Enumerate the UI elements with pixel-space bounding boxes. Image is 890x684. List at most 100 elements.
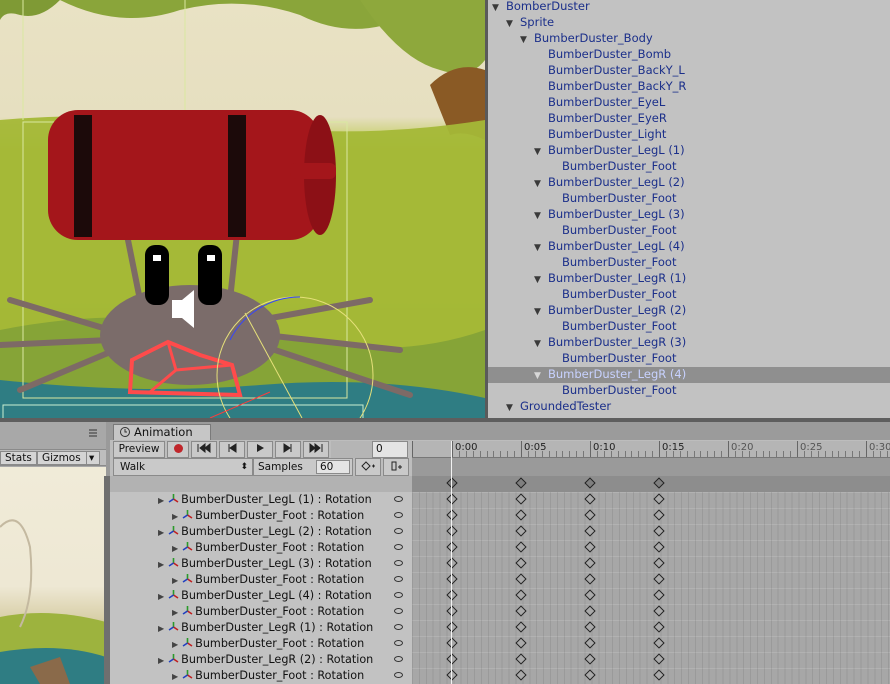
property-row[interactable]: ▶ BumberDuster_LegL (2) : Rotation bbox=[110, 524, 412, 540]
visibility-toggle-icon[interactable] bbox=[394, 496, 403, 502]
summary-keyframe[interactable] bbox=[652, 477, 665, 489]
expand-arrow-icon[interactable]: ▶ bbox=[172, 608, 178, 617]
hierarchy-item[interactable]: ▼ BumberDuster_LegL (3) bbox=[488, 207, 890, 223]
expand-arrow-icon[interactable]: ▼ bbox=[534, 145, 544, 160]
expand-arrow-icon[interactable]: ▶ bbox=[172, 640, 178, 649]
property-list[interactable]: ▶ BumberDuster_LegL (1) : Rotation ▶ Bumber… bbox=[110, 476, 412, 684]
expand-arrow-icon[interactable]: ▶ bbox=[172, 576, 178, 585]
hierarchy-item[interactable]: BumberDuster_BackY_L bbox=[488, 63, 890, 79]
keyframe[interactable] bbox=[652, 589, 665, 601]
property-row[interactable]: ▶ BumberDuster_Foot : Rotation bbox=[110, 572, 412, 588]
preview-button[interactable]: Preview bbox=[113, 441, 165, 458]
expand-arrow-icon[interactable]: ▼ bbox=[534, 209, 544, 224]
summary-keyframe[interactable] bbox=[514, 477, 527, 489]
keyframe[interactable] bbox=[652, 509, 665, 521]
expand-arrow-icon[interactable]: ▶ bbox=[158, 624, 164, 633]
hierarchy-item[interactable]: ▼ BumberDuster_LegL (2) bbox=[488, 175, 890, 191]
hierarchy-item[interactable]: ▼ BumberDuster_LegR (2) bbox=[488, 303, 890, 319]
expand-arrow-icon[interactable]: ▼ bbox=[506, 401, 516, 416]
visibility-toggle-icon[interactable] bbox=[394, 576, 403, 582]
hierarchy-item[interactable]: ▼ BumberDuster_LegL (1) bbox=[488, 143, 890, 159]
property-list-scrollbar[interactable] bbox=[104, 476, 110, 684]
property-row[interactable]: ▶ BumberDuster_Foot : Rotation bbox=[110, 508, 412, 524]
keyframe[interactable] bbox=[514, 653, 527, 665]
visibility-toggle-icon[interactable] bbox=[394, 544, 403, 550]
playhead-cursor[interactable] bbox=[451, 441, 452, 684]
hierarchy-panel[interactable]: ▼ BomberDuster ▼ Sprite ▼ BumberDuster_Body Bu… bbox=[488, 0, 890, 418]
hierarchy-item[interactable]: ▼ BumberDuster_LegR (3) bbox=[488, 335, 890, 351]
expand-arrow-icon[interactable]: ▶ bbox=[158, 528, 164, 537]
property-row[interactable]: ▶ BumberDuster_Foot : Rotation bbox=[110, 636, 412, 652]
keyframe[interactable] bbox=[583, 621, 596, 633]
expand-arrow-icon[interactable]: ▼ bbox=[534, 369, 544, 384]
dopesheet-grid[interactable] bbox=[412, 492, 890, 684]
property-row[interactable]: ▶ BumberDuster_Foot : Rotation bbox=[110, 604, 412, 620]
record-button[interactable] bbox=[167, 441, 189, 458]
keyframe[interactable] bbox=[514, 621, 527, 633]
keyframe[interactable] bbox=[583, 525, 596, 537]
expand-arrow-icon[interactable]: ▶ bbox=[158, 656, 164, 665]
keyframe[interactable] bbox=[514, 669, 527, 681]
visibility-toggle-icon[interactable] bbox=[394, 592, 403, 598]
expand-arrow-icon[interactable]: ▶ bbox=[172, 512, 178, 521]
keyframe[interactable] bbox=[583, 653, 596, 665]
keyframe[interactable] bbox=[652, 557, 665, 569]
add-keyframe-button[interactable] bbox=[355, 458, 381, 476]
last-keyframe-button[interactable] bbox=[303, 441, 329, 458]
property-row[interactable]: ▶ BumberDuster_LegR (2) : Rotation bbox=[110, 652, 412, 668]
first-keyframe-button[interactable] bbox=[191, 441, 217, 458]
keyframe[interactable] bbox=[583, 589, 596, 601]
keyframe[interactable] bbox=[652, 573, 665, 585]
property-row[interactable]: ▶ BumberDuster_Foot : Rotation bbox=[110, 668, 412, 684]
timeline-ruler[interactable]: 0:00 0:05 0:10 0:15 0:20 0:25 0:30 bbox=[412, 441, 890, 458]
game-view[interactable]: Stats Gizmos ▾ bbox=[0, 422, 106, 684]
panel-menu-icon[interactable] bbox=[88, 428, 98, 438]
visibility-toggle-icon[interactable] bbox=[394, 608, 403, 614]
hierarchy-item[interactable]: BumberDuster_EyeL bbox=[488, 95, 890, 111]
keyframe[interactable] bbox=[583, 557, 596, 569]
expand-arrow-icon[interactable]: ▶ bbox=[158, 560, 164, 569]
visibility-toggle-icon[interactable] bbox=[394, 560, 403, 566]
previous-keyframe-button[interactable] bbox=[219, 441, 245, 458]
keyframe[interactable] bbox=[652, 621, 665, 633]
keyframe[interactable] bbox=[652, 605, 665, 617]
samples-field[interactable]: 60 bbox=[316, 460, 350, 474]
expand-arrow-icon[interactable]: ▼ bbox=[534, 177, 544, 192]
gizmos-button[interactable]: Gizmos bbox=[37, 451, 87, 465]
expand-arrow-icon[interactable]: ▼ bbox=[534, 337, 544, 352]
expand-arrow-icon[interactable]: ▼ bbox=[492, 1, 502, 16]
hierarchy-item[interactable]: BumberDuster_Foot bbox=[488, 319, 890, 335]
summary-keyframe[interactable] bbox=[583, 477, 596, 489]
frame-field[interactable]: 0 bbox=[372, 441, 408, 458]
hierarchy-item[interactable]: BumberDuster_Foot bbox=[488, 255, 890, 271]
hierarchy-item[interactable]: BumberDuster_Foot bbox=[488, 287, 890, 303]
gizmos-dropdown-icon[interactable]: ▾ bbox=[86, 451, 100, 465]
visibility-toggle-icon[interactable] bbox=[394, 656, 403, 662]
hierarchy-item[interactable]: BumberDuster_Foot bbox=[488, 159, 890, 175]
keyframe[interactable] bbox=[583, 509, 596, 521]
hierarchy-item[interactable]: BumberDuster_Bomb bbox=[488, 47, 890, 63]
expand-arrow-icon[interactable]: ▼ bbox=[534, 273, 544, 288]
next-keyframe-button[interactable] bbox=[275, 441, 301, 458]
keyframe[interactable] bbox=[514, 509, 527, 521]
expand-arrow-icon[interactable]: ▶ bbox=[158, 496, 164, 505]
expand-arrow-icon[interactable]: ▼ bbox=[534, 305, 544, 320]
hierarchy-item[interactable]: ▼ BumberDuster_Body bbox=[488, 31, 890, 47]
keyframe[interactable] bbox=[652, 541, 665, 553]
add-event-button[interactable] bbox=[383, 458, 409, 476]
keyframe[interactable] bbox=[514, 573, 527, 585]
stats-button[interactable]: Stats bbox=[0, 451, 37, 465]
property-row[interactable]: ▶ BumberDuster_Foot : Rotation bbox=[110, 540, 412, 556]
keyframe[interactable] bbox=[652, 525, 665, 537]
expand-arrow-icon[interactable]: ▼ bbox=[506, 17, 516, 32]
hierarchy-item[interactable]: BumberDuster_Foot bbox=[488, 191, 890, 207]
clip-dropdown[interactable]: Walk ⬍ bbox=[113, 458, 253, 476]
property-row[interactable]: ▶ BumberDuster_LegR (1) : Rotation bbox=[110, 620, 412, 636]
keyframe[interactable] bbox=[514, 541, 527, 553]
keyframe[interactable] bbox=[583, 573, 596, 585]
hierarchy-item[interactable]: ▼ GroundedTester bbox=[488, 399, 890, 415]
property-row[interactable]: ▶ BumberDuster_LegL (1) : Rotation bbox=[110, 492, 412, 508]
expand-arrow-icon[interactable]: ▼ bbox=[520, 33, 530, 48]
hierarchy-item[interactable]: ▼ BumberDuster_LegR (4) bbox=[488, 367, 890, 383]
visibility-toggle-icon[interactable] bbox=[394, 624, 403, 630]
